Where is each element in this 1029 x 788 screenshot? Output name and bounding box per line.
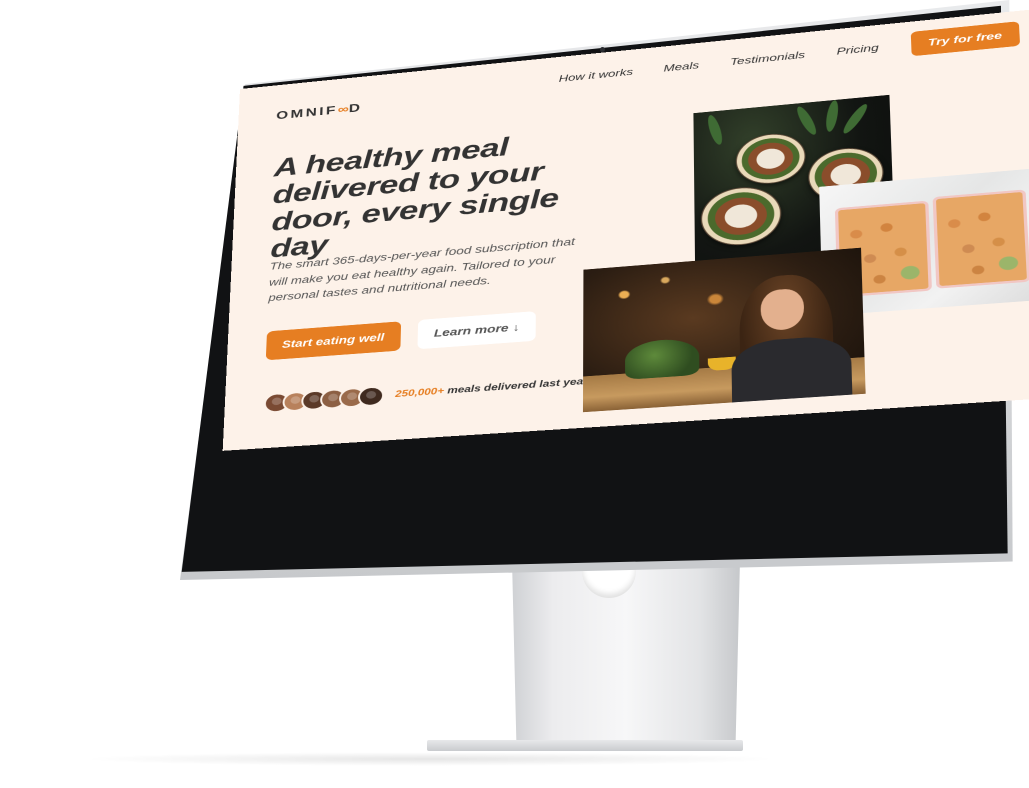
learn-more-label: Learn more — [433, 322, 509, 340]
infinity-icon: ∞ — [337, 103, 349, 117]
customer-avatars — [263, 385, 385, 414]
meals-delivered-social-proof: 250,000+ meals delivered last year! — [263, 371, 592, 414]
start-eating-well-button[interactable]: Start eating well — [265, 321, 401, 361]
brand-logo[interactable]: OMNIF∞D — [276, 102, 363, 123]
nav-link-meals[interactable]: Meals — [664, 60, 700, 74]
monitor-stand-base — [427, 740, 743, 751]
meals-delivered-text: 250,000+ meals delivered last year! — [395, 377, 592, 400]
nav-link-testimonials[interactable]: Testimonials — [730, 49, 805, 67]
nav-link-pricing[interactable]: Pricing — [836, 42, 879, 57]
monitor-mockup-scene: OMNIF∞D How it works Meals Testimonials … — [0, 0, 1029, 788]
customer-avatar — [357, 385, 385, 408]
meal-box — [932, 189, 1029, 289]
plant-leaf — [839, 102, 871, 135]
food-bowl — [700, 184, 782, 249]
table-plant — [625, 337, 700, 380]
hero-image-woman-eating — [582, 247, 866, 413]
try-for-free-button[interactable]: Try for free — [910, 21, 1021, 57]
meals-delivered-caption: meals delivered last year! — [447, 376, 592, 396]
stand-shadow — [80, 752, 780, 766]
plant-leaf — [793, 104, 820, 137]
plant-leaf — [824, 100, 841, 132]
brand-name-end: D — [348, 101, 363, 116]
plant-leaf — [705, 113, 725, 146]
arrow-down-icon: ↓ — [512, 321, 520, 334]
camera-icon — [600, 47, 605, 52]
woman-body — [731, 334, 853, 413]
learn-more-button[interactable]: Learn more ↓ — [417, 311, 537, 350]
meals-delivered-count: 250,000+ — [395, 386, 445, 400]
nav-link-how-it-works[interactable]: How it works — [559, 66, 633, 84]
brand-name-start: OMNIF — [276, 104, 339, 123]
food-bowl — [735, 130, 807, 187]
